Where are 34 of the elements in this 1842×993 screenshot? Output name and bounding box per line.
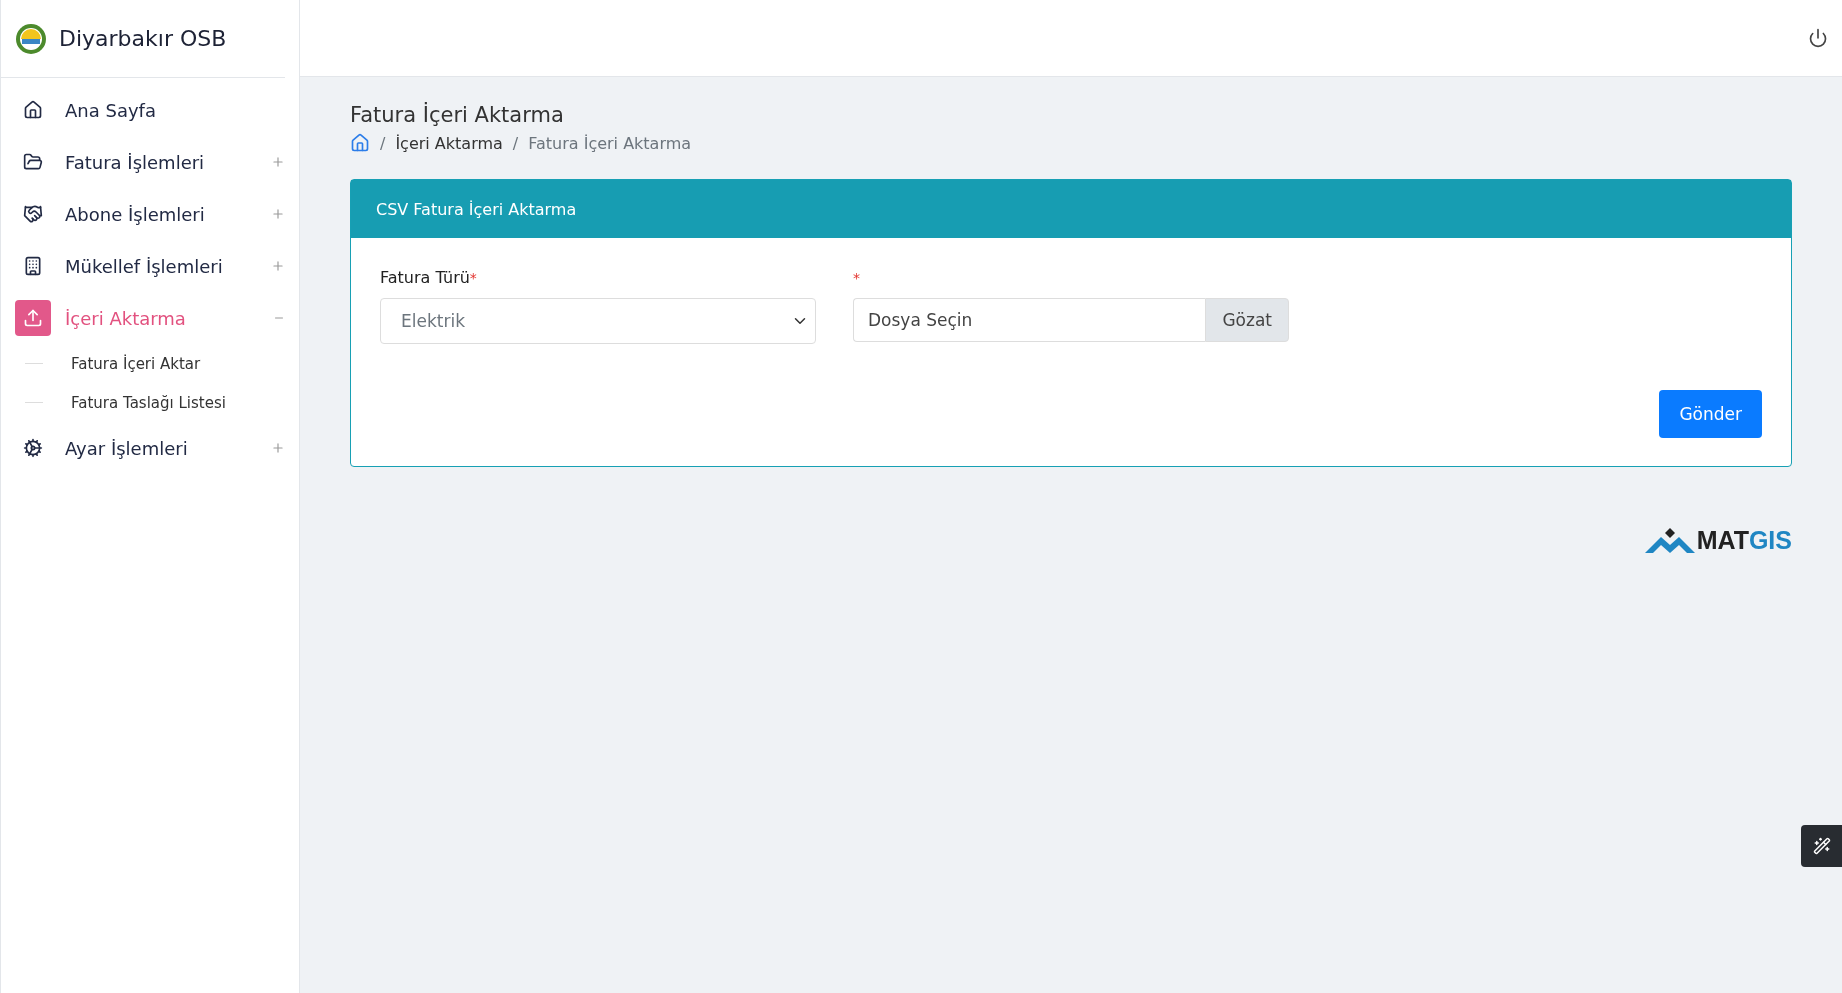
mountain-logo-icon	[1644, 527, 1695, 553]
sidebar-item[interactable]: Fatura İşlemleri	[15, 136, 285, 188]
breadcrumb-link[interactable]: İçeri Aktarma	[395, 133, 503, 153]
page-title: Fatura İçeri Aktarma	[350, 103, 565, 127]
menu-icon	[23, 308, 43, 328]
menu-icon	[23, 438, 43, 458]
select-field[interactable]: Elektrik	[380, 298, 816, 344]
file-input-field[interactable]: Dosya Seçin	[853, 298, 1206, 342]
breadcrumb-separator: /	[512, 133, 519, 153]
menu-icon	[23, 152, 43, 172]
required-mark: *	[853, 270, 860, 286]
menu-icon	[23, 204, 43, 224]
breadcrumb-separator: /	[380, 133, 386, 153]
emblem-logo-icon	[15, 22, 47, 55]
browse-button[interactable]: Gözat	[1205, 298, 1289, 342]
power-icon[interactable]	[1808, 28, 1828, 48]
sidebar-item[interactable]: Mükellef İşlemleri	[15, 240, 285, 292]
brand-wordmark: MATGIS	[1696, 528, 1792, 553]
menu-icon	[23, 256, 43, 276]
sidebar-item[interactable]: Ana Sayfa	[15, 84, 285, 136]
submit-button[interactable]: Gönder	[1659, 390, 1762, 438]
magic-wand-icon	[1812, 837, 1831, 855]
sidebar-item[interactable]: Abone İşlemleri	[15, 188, 285, 240]
sidebar-item[interactable]: Ayar İşlemleri	[15, 422, 285, 474]
magic-wand-button[interactable]	[1801, 825, 1842, 867]
card-header: CSV Fatura İçeri Aktarma	[351, 180, 1791, 238]
breadcrumb-link[interactable]: Fatura İçeri Aktarma	[528, 133, 692, 153]
sidebar-item[interactable]: İçeri Aktarma	[15, 292, 285, 344]
brand-title: Diyarbakır OSB	[59, 26, 227, 51]
menu-icon	[23, 100, 43, 120]
field-label: Fatura Türü*	[380, 268, 478, 289]
submenu-item[interactable]: Fatura İçeri Aktar	[15, 344, 285, 383]
submenu-item[interactable]: Fatura Taslağı Listesi	[15, 383, 285, 422]
home-icon[interactable]	[350, 133, 370, 153]
